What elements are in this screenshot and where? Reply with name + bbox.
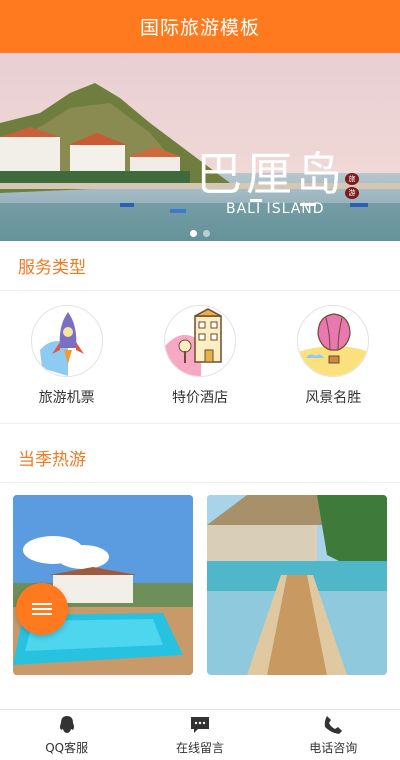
- services-section-title: 服务类型: [0, 241, 400, 291]
- carousel-dots: [0, 230, 400, 237]
- rocket-icon: [30, 305, 103, 377]
- nav-qq-service[interactable]: QQ客服: [7, 715, 127, 756]
- hot-section-title: 当季热游: [0, 433, 400, 483]
- service-label: 特价酒店: [171, 390, 228, 406]
- nav-label: QQ客服: [45, 740, 89, 755]
- hamburger-icon: [32, 600, 52, 618]
- service-flight[interactable]: 旅游机票: [7, 305, 127, 423]
- page-title: 国际旅游模板: [139, 17, 260, 39]
- balloon-icon: [297, 305, 370, 377]
- nav-online-message[interactable]: 在线留言: [140, 715, 260, 756]
- nav-label: 电话咨询: [309, 740, 358, 755]
- service-label: 风景名胜: [305, 390, 362, 406]
- menu-fab-button[interactable]: [16, 583, 68, 635]
- seal-text-top: 旅: [348, 175, 356, 183]
- app-header: 国际旅游模板: [0, 0, 400, 53]
- phone-icon: [325, 715, 343, 734]
- nav-label: 在线留言: [175, 740, 224, 755]
- message-icon: [190, 716, 209, 733]
- nav-phone-consult[interactable]: 电话咨询: [273, 715, 393, 756]
- banner-seal-top: 旅: [345, 173, 359, 185]
- hotel-icon: [163, 305, 236, 377]
- service-scenic[interactable]: 风景名胜: [273, 305, 393, 423]
- qq-icon: [59, 715, 74, 733]
- service-hotel[interactable]: 特价酒店: [140, 305, 260, 423]
- banner-title: 巴厘岛: [196, 147, 346, 201]
- carousel-dot-2[interactable]: [203, 230, 210, 237]
- services-grid: 旅游机票 特价酒店 风景名胜: [0, 291, 400, 423]
- banner-subtitle: BALI ISLAND: [226, 201, 325, 217]
- seal-text-bottom: 游: [348, 189, 356, 197]
- tour-card-2[interactable]: [207, 495, 387, 675]
- section-divider: [0, 423, 400, 433]
- banner-carousel[interactable]: 巴厘岛 旅 游 BALI ISLAND: [0, 53, 400, 241]
- service-label: 旅游机票: [38, 390, 95, 406]
- banner-seal-bottom: 游: [345, 187, 359, 199]
- bottom-nav: QQ客服 在线留言 电话咨询: [0, 709, 400, 760]
- hot-tours-list: [0, 483, 400, 675]
- beach-pier-image: [207, 495, 387, 675]
- carousel-dot-1[interactable]: [190, 230, 197, 237]
